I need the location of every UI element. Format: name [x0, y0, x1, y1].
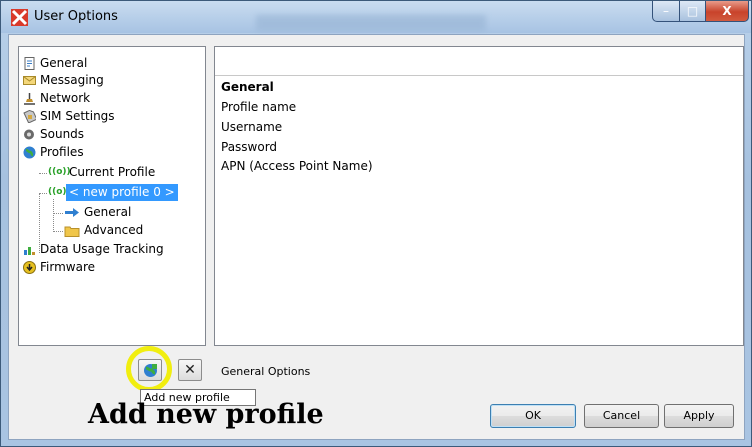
arrow-right-icon	[65, 208, 79, 217]
cancel-button[interactable]: Cancel	[584, 404, 659, 428]
close-button[interactable]: X	[705, 1, 749, 22]
title-bar[interactable]: User Options – □ X	[1, 1, 751, 33]
settings-panel: General Profile name Username Password A…	[214, 46, 744, 346]
user-options-window: User Options – □ X General Messaging Net…	[0, 0, 752, 447]
network-icon	[24, 93, 35, 105]
chart-icon	[24, 247, 35, 255]
status-text: General Options	[221, 365, 311, 378]
field-profile-name[interactable]: Profile name	[221, 100, 296, 114]
field-password[interactable]: Password	[221, 140, 277, 154]
title-glow	[256, 15, 486, 31]
maximize-button[interactable]: □	[679, 1, 706, 22]
annotation-caption: Add new profile	[88, 399, 324, 430]
options-tree[interactable]: General Messaging Network SIM Settings S…	[18, 46, 206, 346]
antenna-icon: ((o))	[48, 187, 71, 197]
envelope-icon	[23, 76, 36, 85]
tree-connector	[39, 193, 47, 194]
panel-divider	[215, 75, 743, 76]
antenna-icon: ((o))	[48, 167, 71, 177]
apply-button[interactable]: Apply	[664, 404, 734, 428]
tree-connector	[53, 231, 63, 232]
app-icon	[11, 9, 28, 26]
sim-card-icon	[23, 110, 36, 123]
download-icon	[23, 261, 36, 274]
tree-connector	[53, 213, 63, 214]
ok-button[interactable]: OK	[490, 404, 576, 428]
delete-profile-button[interactable]: ✕	[178, 359, 202, 381]
globe-icon	[23, 146, 36, 159]
tree-connector	[53, 199, 54, 232]
document-icon	[24, 57, 35, 70]
panel-heading: General	[221, 80, 274, 94]
highlight-circle	[126, 346, 172, 392]
speaker-icon	[24, 129, 34, 140]
field-apn[interactable]: APN (Access Point Name)	[221, 159, 373, 173]
field-username[interactable]: Username	[221, 120, 282, 134]
folder-icon	[64, 226, 80, 237]
minimize-button[interactable]: –	[652, 1, 680, 22]
tree-connector	[39, 173, 47, 174]
window-title: User Options	[34, 9, 118, 24]
